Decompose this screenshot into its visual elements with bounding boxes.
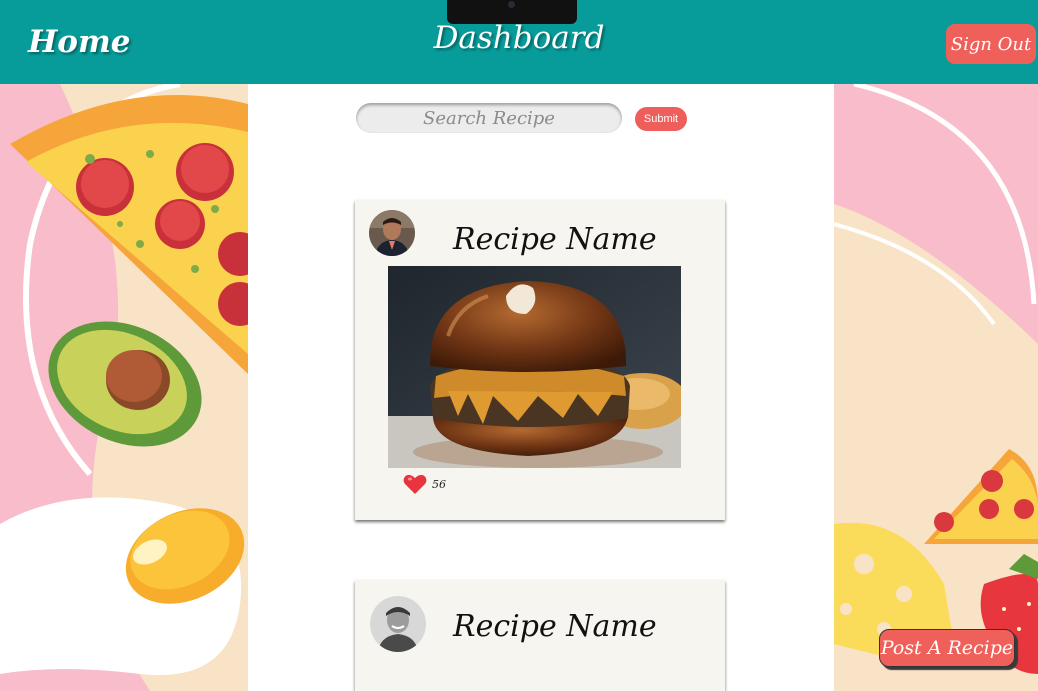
sign-out-button[interactable]: Sign Out [946, 24, 1036, 64]
egg-illustration [0, 497, 245, 676]
submit-button[interactable]: Submit [635, 107, 687, 131]
page-title: Dashboard [433, 20, 605, 56]
search-input[interactable] [356, 103, 622, 133]
avatar[interactable] [369, 210, 415, 256]
top-nav-bar: Home Dashboard Sign Out [0, 0, 1038, 84]
recipe-card[interactable]: Recipe Name [355, 580, 725, 691]
recipe-name[interactable]: Recipe Name [453, 222, 657, 257]
post-recipe-button[interactable]: Post A Recipe [879, 629, 1015, 667]
right-food-illustration [834, 84, 1038, 691]
avatar[interactable] [370, 596, 426, 652]
recipe-name[interactable]: Recipe Name [453, 609, 657, 644]
recipe-feed[interactable]: Submit Recipe Name [248, 84, 834, 691]
heart-icon[interactable] [403, 473, 427, 495]
camera-dot [508, 1, 515, 8]
like-count: 56 [432, 478, 446, 491]
recipe-card[interactable]: Recipe Name [355, 200, 725, 520]
left-food-illustration [0, 84, 248, 691]
burger-photo[interactable] [388, 266, 681, 468]
